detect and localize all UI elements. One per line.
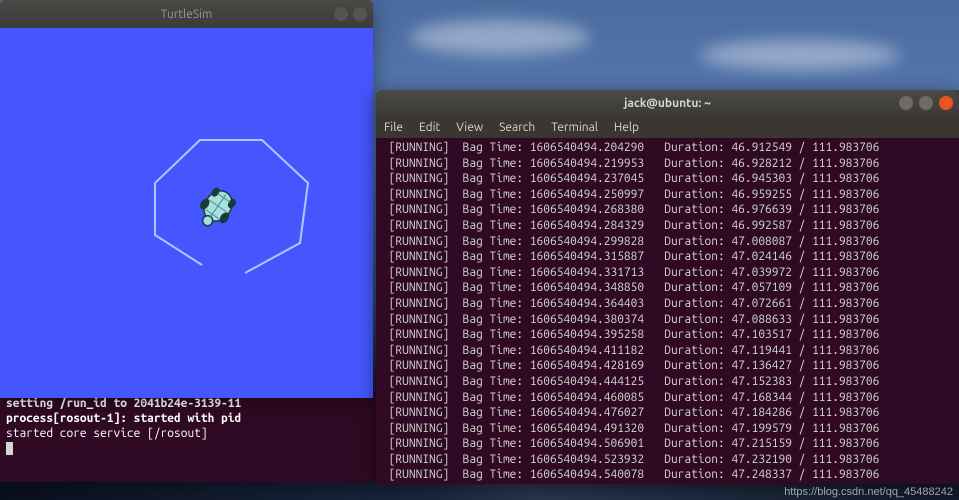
turtle-icon [192, 184, 241, 234]
terminal-window[interactable]: jack@ubuntu: ~ File Edit View Search Ter… [376, 90, 959, 484]
menu-help[interactable]: Help [614, 121, 639, 134]
turtlesim-canvas [0, 28, 373, 398]
minimize-button[interactable] [334, 7, 348, 21]
log-line: process[rosout-1]: started with pid [6, 411, 371, 426]
wallpaper-cloud [700, 40, 900, 70]
terminal-cursor [6, 442, 13, 455]
menu-edit[interactable]: Edit [419, 121, 440, 134]
log-line: started core service [/rosout] [6, 426, 371, 441]
log-line: setting /run_id to 2041b24e-3139-11 [6, 396, 371, 411]
watermark: https://blog.csdn.net/qq_45488242 [784, 486, 953, 498]
maximize-button[interactable] [919, 96, 933, 110]
turtlesim-window[interactable]: TurtleSim [0, 0, 373, 398]
menu-view[interactable]: View [456, 121, 483, 134]
menu-terminal[interactable]: Terminal [551, 121, 598, 134]
terminal-titlebar[interactable]: jack@ubuntu: ~ [376, 90, 959, 116]
window-title: TurtleSim [161, 8, 213, 21]
wallpaper-cloud [410, 20, 590, 55]
minimize-button[interactable] [899, 96, 913, 110]
window-title: jack@ubuntu: ~ [624, 97, 711, 110]
background-terminal-roslaunch[interactable]: setting /run_id to 2041b24e-3139-11 proc… [0, 392, 377, 482]
close-button[interactable] [939, 96, 953, 110]
menu-file[interactable]: File [384, 121, 403, 134]
terminal-menubar: File Edit View Search Terminal Help [376, 116, 959, 138]
menu-search[interactable]: Search [499, 121, 535, 134]
close-button[interactable] [353, 7, 367, 21]
turtlesim-titlebar[interactable]: TurtleSim [0, 0, 373, 28]
terminal-output[interactable]: [RUNNING] Bag Time: 1606540494.204290 Du… [376, 138, 959, 484]
